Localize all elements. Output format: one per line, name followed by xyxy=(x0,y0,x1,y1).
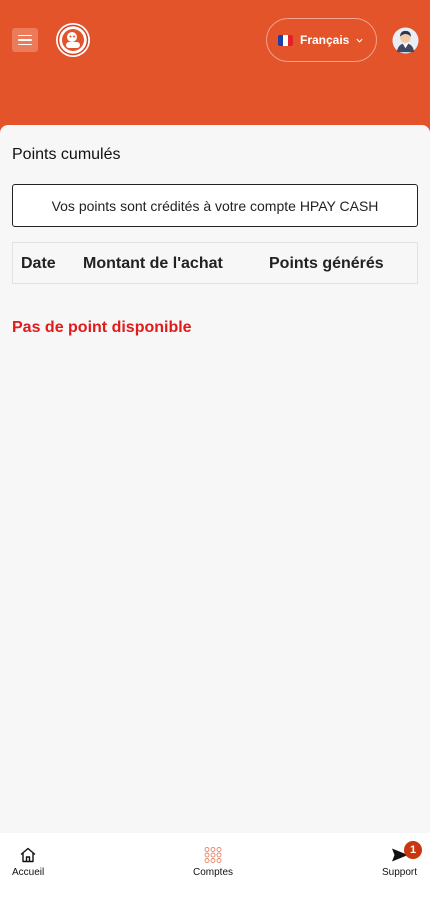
column-header-date: Date xyxy=(21,255,56,272)
brand-logo[interactable] xyxy=(55,22,91,58)
hamburger-icon-line xyxy=(18,43,32,46)
grid-icon xyxy=(204,847,222,863)
language-label: Français xyxy=(300,33,350,47)
points-notice: Vos points sont crédités à votre compte … xyxy=(12,184,418,227)
column-header-points: Points générés xyxy=(269,255,384,272)
hamburger-icon-line xyxy=(18,39,32,41)
user-avatar[interactable] xyxy=(392,27,419,54)
empty-state-message: Pas de point disponible xyxy=(12,319,192,336)
hamburger-icon-line xyxy=(18,34,32,37)
nav-item-comptes[interactable]: Comptes xyxy=(193,847,233,878)
nav-label: Support xyxy=(382,867,418,878)
notification-badge: 1 xyxy=(404,841,422,859)
flag-fr-icon xyxy=(278,34,293,46)
nav-label: Comptes xyxy=(193,867,234,878)
top-header: Français xyxy=(0,0,430,130)
points-table-header: Date Montant de l'achat Points générés xyxy=(12,242,418,284)
bottom-navigation: Accueil Comptes Support 1 xyxy=(0,833,430,900)
nav-item-accueil[interactable]: Accueil xyxy=(12,847,44,878)
column-header-amount: Montant de l'achat xyxy=(83,255,223,272)
chevron-down-icon xyxy=(356,38,363,43)
nav-label: Accueil xyxy=(12,867,45,878)
page-title: Points cumulés xyxy=(12,146,121,163)
menu-button[interactable] xyxy=(12,28,38,52)
language-selector[interactable]: Français xyxy=(266,18,377,62)
home-icon xyxy=(20,847,36,863)
points-card: Points cumulés Vos points sont crédités … xyxy=(0,125,430,833)
